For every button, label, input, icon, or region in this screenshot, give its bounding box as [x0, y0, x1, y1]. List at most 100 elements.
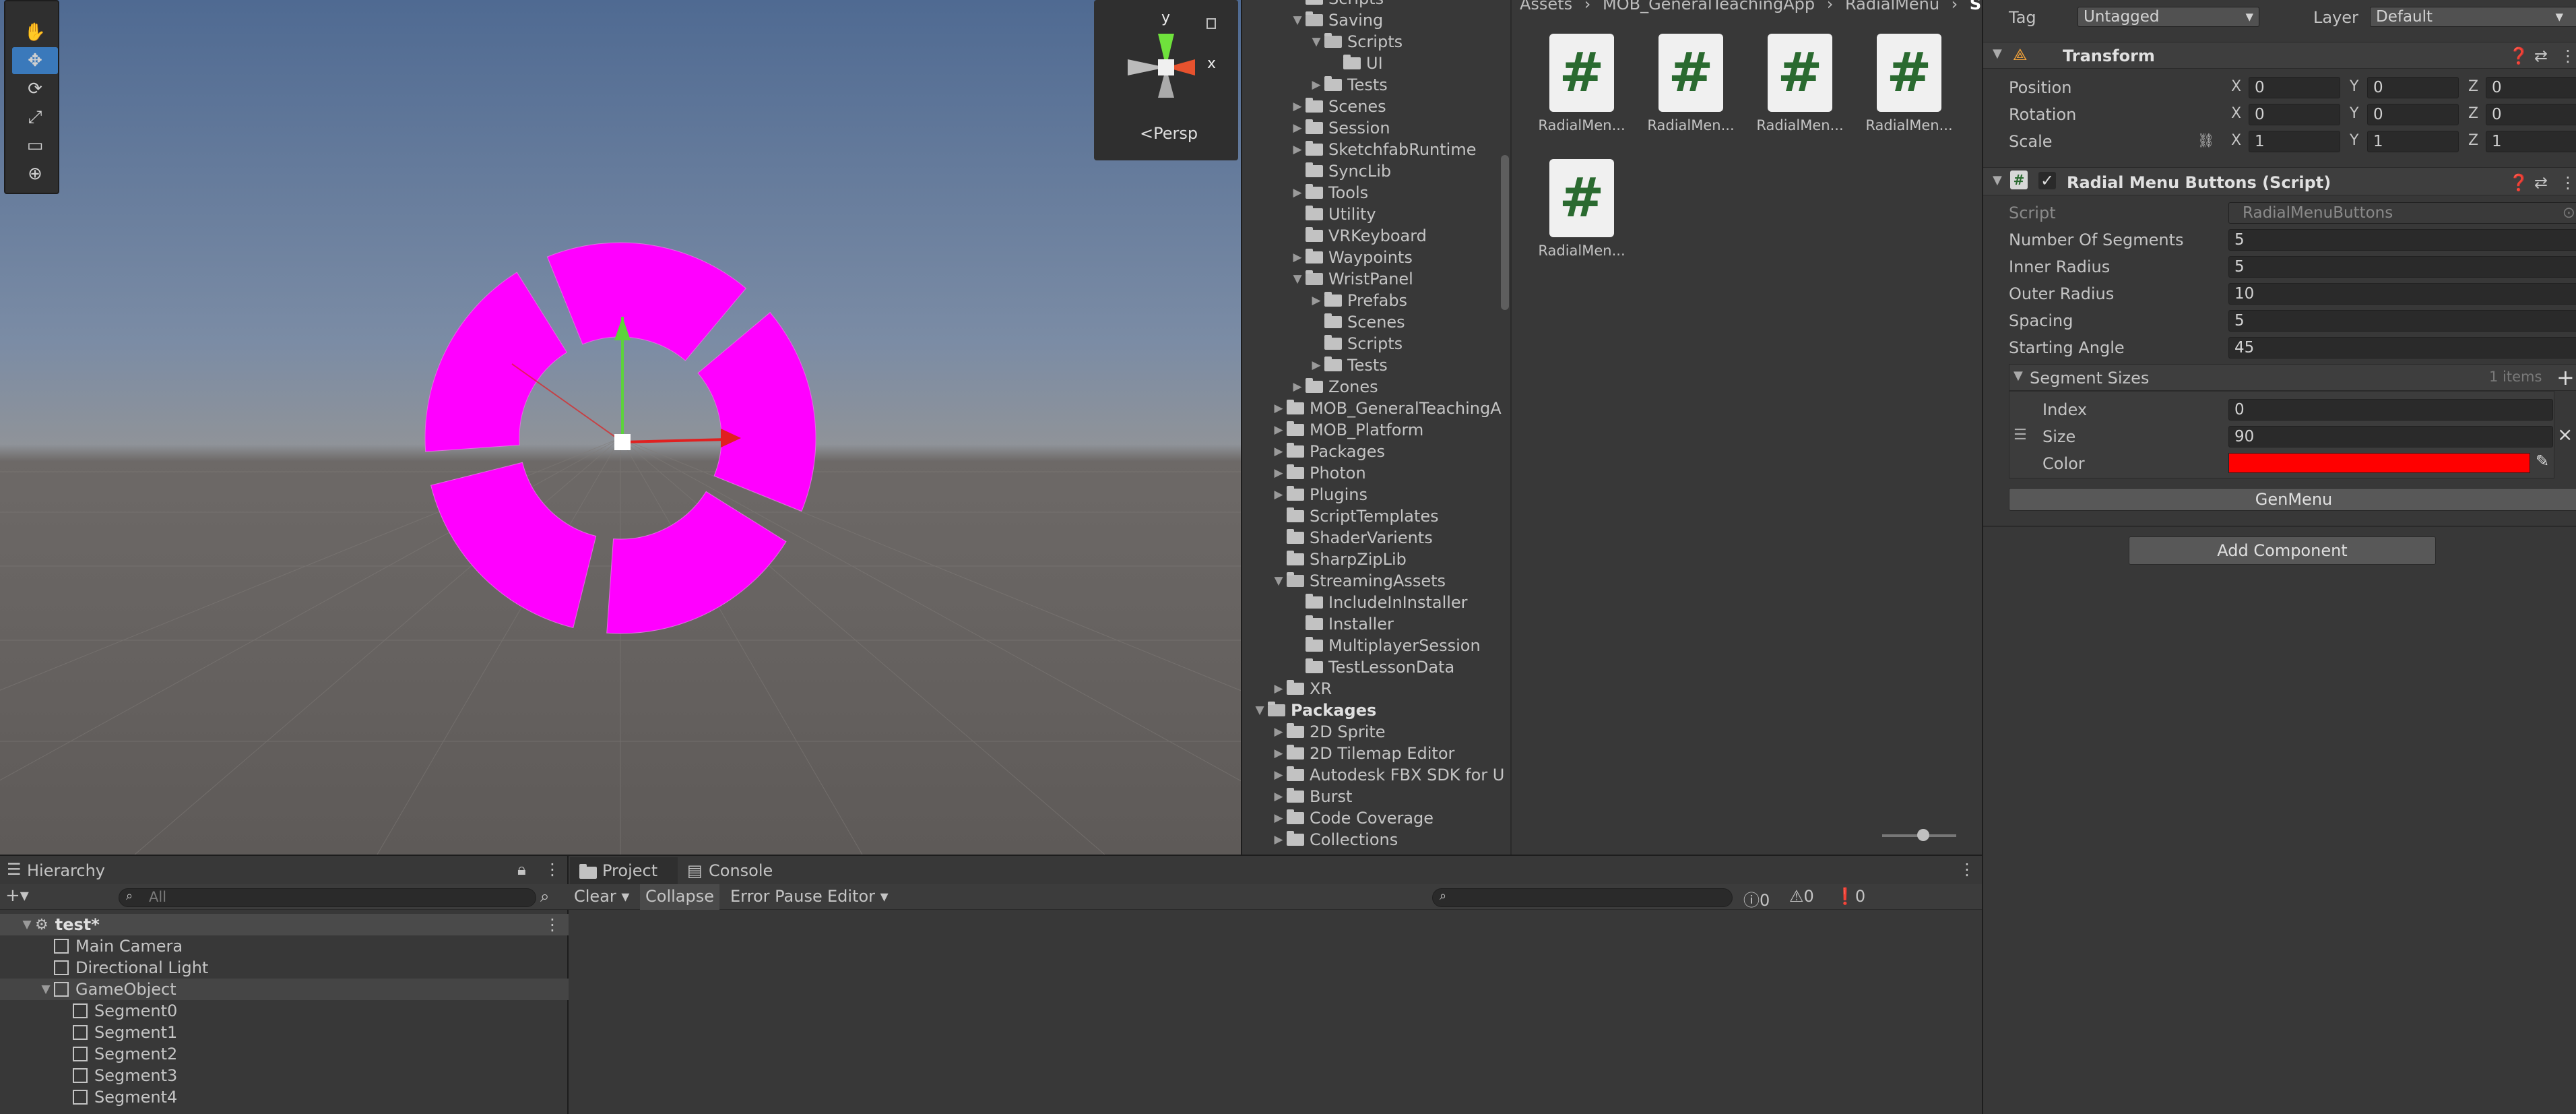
- expand-arrow-icon[interactable]: ▶: [1289, 186, 1306, 199]
- expand-arrow-icon[interactable]: ▶: [1289, 251, 1306, 264]
- hand-tool-icon[interactable]: ✋: [12, 19, 58, 46]
- tree-folder[interactable]: ▼ StreamingAssets: [1270, 570, 1446, 592]
- script-asset-icon[interactable]: #: [1877, 34, 1941, 112]
- tree-folder[interactable]: Scenes: [1308, 311, 1405, 333]
- tree-scrollbar[interactable]: [1501, 155, 1509, 310]
- tree-folder[interactable]: ▶ 2D Sprite: [1270, 721, 1385, 743]
- slider-thumb[interactable]: [1917, 829, 1929, 841]
- expand-arrow-icon[interactable]: ▶: [1270, 402, 1287, 415]
- editor-dropdown[interactable]: Editor ▾: [827, 887, 889, 906]
- tree-folder[interactable]: ▶ Session: [1289, 117, 1390, 139]
- tree-folder[interactable]: ▶ Scenes: [1289, 96, 1386, 117]
- clear-button[interactable]: Clear ▾: [574, 887, 629, 906]
- tree-folder[interactable]: Scripts: [1289, 0, 1384, 9]
- expand-arrow-icon[interactable]: ▼: [19, 918, 35, 931]
- script-asset-icon[interactable]: #: [1768, 34, 1832, 112]
- tree-folder[interactable]: ▶ Photon: [1270, 462, 1365, 484]
- hierarchy-item[interactable]: Segment1: [0, 1022, 569, 1043]
- layer-dropdown[interactable]: Default ▾: [2370, 7, 2576, 27]
- tree-folder[interactable]: ▶ XR: [1270, 678, 1332, 700]
- enabled-checkbox[interactable]: ✓: [2038, 172, 2056, 189]
- tree-folder[interactable]: ▶ MOB_GeneralTeachingA: [1270, 398, 1501, 419]
- tree-folder[interactable]: ▶ Tests: [1308, 74, 1387, 96]
- tree-folder[interactable]: UI: [1327, 53, 1383, 74]
- tag-dropdown[interactable]: Untagged ▾: [2078, 7, 2259, 27]
- index-field[interactable]: 0: [2228, 399, 2553, 421]
- expand-arrow-icon[interactable]: ▼: [1289, 13, 1306, 27]
- more-icon[interactable]: ⋮: [2560, 47, 2576, 65]
- expand-arrow-icon[interactable]: ▶: [1308, 294, 1324, 307]
- scale-field[interactable]: 1: [2249, 131, 2340, 152]
- prop-field[interactable]: 45: [2228, 337, 2576, 359]
- expand-arrow-icon[interactable]: ▶: [1270, 682, 1287, 695]
- prop-field[interactable]: 5: [2228, 310, 2576, 332]
- hierarchy-item[interactable]: Segment2: [0, 1043, 569, 1065]
- tree-folder[interactable]: ▶ Tests: [1308, 354, 1387, 376]
- tree-folder[interactable]: ScriptTemplates: [1270, 505, 1439, 527]
- rect-tool-icon[interactable]: ▭: [12, 132, 58, 159]
- tree-folder[interactable]: ▶ Zones: [1289, 376, 1378, 398]
- preset-icon[interactable]: ⇄: [2534, 173, 2548, 192]
- more-icon[interactable]: ⋮: [544, 860, 560, 879]
- target-icon[interactable]: ⊙: [2563, 203, 2575, 223]
- tree-folder[interactable]: ▶ Plugins: [1270, 484, 1367, 505]
- tree-folder[interactable]: ▶ Burst: [1270, 786, 1352, 807]
- scale-field[interactable]: 1: [2367, 131, 2459, 152]
- hierarchy-item[interactable]: Main Camera: [0, 935, 569, 957]
- script-asset-icon[interactable]: #: [1549, 159, 1614, 237]
- expand-arrow-icon[interactable]: ▶: [1308, 78, 1324, 92]
- error-pause-button[interactable]: Error Pause: [730, 887, 823, 906]
- tree-folder[interactable]: ▶ Tools: [1289, 182, 1368, 204]
- color-field[interactable]: [2228, 453, 2530, 473]
- position-field[interactable]: 0: [2249, 77, 2340, 98]
- hierarchy-item[interactable]: Segment3: [0, 1065, 569, 1086]
- script-asset-icon[interactable]: #: [1549, 34, 1614, 112]
- script-asset-icon[interactable]: #: [1659, 34, 1723, 112]
- collapse-arrow-icon[interactable]: ▼: [1993, 47, 2002, 61]
- tree-folder[interactable]: ▼ Scripts: [1308, 31, 1403, 53]
- hierarchy-item[interactable]: ▼ ⚙ test* ⋮: [0, 914, 569, 935]
- link-icon[interactable]: ⛓: [2197, 132, 2214, 148]
- tree-folder[interactable]: ▶ 2D Tilemap Editor: [1270, 743, 1454, 764]
- error-filter[interactable]: ❗0: [1835, 887, 1865, 906]
- breadcrumb-item[interactable]: Assets: [1520, 0, 1572, 13]
- expand-arrow-icon[interactable]: ▶: [1270, 811, 1287, 825]
- rotation-field[interactable]: 0: [2249, 104, 2340, 125]
- expand-arrow-icon[interactable]: ▼: [38, 983, 54, 996]
- expand-arrow-icon[interactable]: ▶: [1308, 359, 1324, 372]
- add-element-icon[interactable]: +: [2556, 365, 2575, 390]
- tree-folder[interactable]: ▶ Code Coverage: [1270, 807, 1434, 829]
- transform-tool-icon[interactable]: ⊕: [12, 160, 58, 187]
- tree-folder[interactable]: SharpZipLib: [1270, 549, 1407, 570]
- prop-field[interactable]: 5: [2228, 256, 2576, 278]
- prop-field[interactable]: 10: [2228, 283, 2576, 305]
- expand-arrow-icon[interactable]: ▶: [1270, 833, 1287, 846]
- breadcrumb-item[interactable]: MOB_GeneralTeachingApp: [1603, 0, 1815, 13]
- help-icon[interactable]: ❓: [2509, 173, 2529, 192]
- persp-label[interactable]: <Persp: [1140, 124, 1198, 143]
- collapse-arrow-icon[interactable]: ▼: [1993, 173, 2002, 187]
- tree-folder[interactable]: ▶ Packages: [1270, 441, 1385, 462]
- collapse-button[interactable]: Collapse: [640, 884, 719, 910]
- more-icon[interactable]: ⋮: [2560, 173, 2576, 192]
- rotation-field[interactable]: 0: [2486, 104, 2576, 125]
- tree-folder[interactable]: VRKeyboard: [1289, 225, 1427, 247]
- orientation-gizmo[interactable]: y x <Persp: [1094, 0, 1238, 160]
- expand-arrow-icon[interactable]: ▶: [1270, 445, 1287, 458]
- move-tool-icon[interactable]: ✥: [12, 47, 58, 74]
- tab-console[interactable]: ▤ Console: [679, 857, 814, 884]
- expand-arrow-icon[interactable]: ▼: [1270, 574, 1287, 588]
- expand-arrow-icon[interactable]: ▶: [1289, 143, 1306, 156]
- warning-filter[interactable]: ⚠0: [1789, 887, 1814, 906]
- tree-folder[interactable]: Scripts: [1308, 333, 1403, 354]
- transform-header[interactable]: ▼ ⟁ Transform ❓ ⇄ ⋮: [1983, 42, 2576, 69]
- genmenu-button[interactable]: GenMenu: [2009, 488, 2576, 511]
- expand-arrow-icon[interactable]: ▶: [1270, 790, 1287, 803]
- add-object-button[interactable]: +▾: [5, 886, 29, 906]
- expand-arrow-icon[interactable]: ▶: [1289, 100, 1306, 113]
- position-field[interactable]: 0: [2367, 77, 2459, 98]
- lock-icon[interactable]: 🔒︎: [517, 860, 526, 879]
- hierarchy-tab[interactable]: ☰ Hierarchy: [0, 857, 202, 884]
- hierarchy-item[interactable]: Segment4: [0, 1086, 569, 1108]
- scene-search-icon[interactable]: ⌕: [540, 887, 549, 906]
